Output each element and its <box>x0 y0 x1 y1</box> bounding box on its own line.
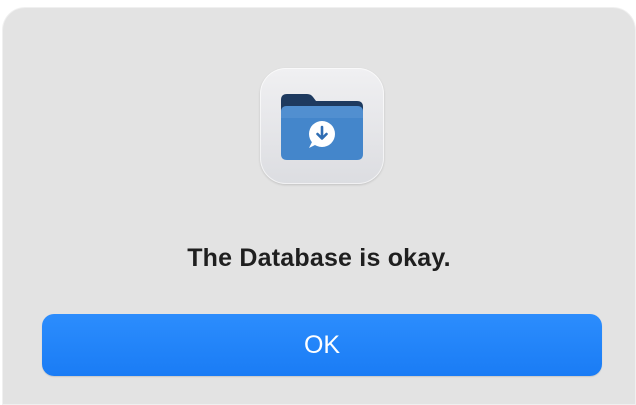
folder-download-icon <box>281 94 363 160</box>
ok-button[interactable]: OK <box>42 314 602 376</box>
alert-message: The Database is okay. <box>187 244 451 272</box>
alert-dialog: The Database is okay. OK <box>3 8 635 404</box>
app-icon <box>260 68 384 184</box>
